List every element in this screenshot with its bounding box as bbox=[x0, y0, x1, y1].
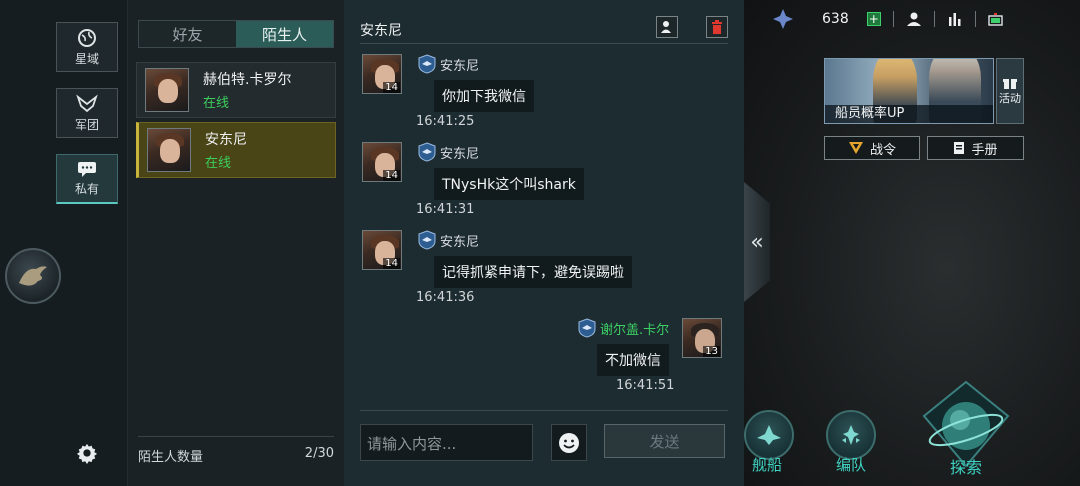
sender-avatar[interactable]: 14 bbox=[362, 54, 402, 94]
stranger-count-value: 2/30 bbox=[304, 446, 334, 461]
battle-pass-button[interactable]: 战令 bbox=[824, 136, 920, 160]
rank-shield-icon bbox=[418, 54, 436, 74]
avatar bbox=[147, 128, 191, 172]
rail-item-private[interactable]: 私有 bbox=[56, 154, 118, 204]
chat-panel: 安东尼 14 安东尼 你加下我微信 16:41:25 14 安东尼 TNysHk… bbox=[344, 0, 744, 486]
contact-name: 安东尼 bbox=[205, 132, 247, 148]
faction-emblem-button[interactable] bbox=[5, 248, 61, 304]
chat-message: 14 安东尼 TNysHk这个叫shark 16:41:31 bbox=[362, 142, 722, 222]
manual-button[interactable]: 手册 bbox=[927, 136, 1024, 160]
chat-title: 安东尼 bbox=[360, 23, 402, 39]
crew-rate-up-banner[interactable]: 船员概率UP bbox=[824, 58, 994, 124]
nav-fleet-button[interactable] bbox=[826, 410, 876, 460]
rail-item-label: 私有 bbox=[74, 182, 99, 196]
activity-label: 活动 bbox=[999, 92, 1021, 105]
contact-item[interactable]: 赫伯特.卡罗尔 在线 bbox=[136, 62, 336, 118]
sender-avatar[interactable]: 14 bbox=[362, 230, 402, 270]
double-chevron-left-icon: « bbox=[750, 229, 764, 255]
chat-bubble-icon bbox=[78, 162, 96, 177]
stats-chart-icon[interactable] bbox=[947, 11, 963, 27]
collapse-panel-button[interactable]: « bbox=[744, 182, 770, 302]
emoji-smiley-icon bbox=[559, 432, 579, 453]
delete-chat-button[interactable] bbox=[706, 16, 728, 38]
contact-status: 在线 bbox=[203, 96, 230, 111]
rank-shield-icon bbox=[418, 142, 436, 162]
tab-friends[interactable]: 好友 bbox=[139, 21, 236, 47]
bird-emblem-icon bbox=[19, 266, 47, 286]
divider bbox=[360, 410, 728, 411]
globe-icon bbox=[78, 28, 96, 47]
message-sender: 安东尼 bbox=[418, 230, 479, 250]
avatar bbox=[145, 68, 189, 112]
resource-count: 638 bbox=[822, 11, 849, 27]
contact-name: 赫伯特.卡罗尔 bbox=[203, 72, 292, 88]
message-sender: 安东尼 bbox=[418, 142, 479, 162]
level-badge: 14 bbox=[383, 82, 400, 93]
message-bubble: 记得抓紧申请下，避免误踢啦 bbox=[434, 256, 632, 288]
rail-item-legion[interactable]: 军团 bbox=[56, 88, 118, 138]
contact-status: 在线 bbox=[205, 156, 232, 171]
chat-message-own: 13 谢尔盖.卡尔 不加微信 16:41:51 bbox=[534, 318, 726, 398]
ship-icon bbox=[757, 425, 781, 445]
game-hud: « 638 + 船员概率UP 活动 战令 手册 舰船 编队 探索 bbox=[744, 0, 1080, 486]
rail-item-starfield[interactable]: 星域 bbox=[56, 22, 118, 72]
chat-message: 14 安东尼 你加下我微信 16:41:25 bbox=[362, 54, 722, 134]
send-button[interactable]: 发送 bbox=[604, 424, 725, 458]
crystal-resource-icon bbox=[773, 9, 793, 29]
rail-item-label: 星域 bbox=[74, 51, 99, 66]
level-badge: 13 bbox=[703, 346, 720, 357]
trash-icon bbox=[712, 20, 722, 34]
gift-icon bbox=[1003, 79, 1017, 89]
nav-ships-label: 舰船 bbox=[752, 456, 783, 474]
fleet-icon bbox=[842, 425, 860, 445]
profile-icon[interactable] bbox=[906, 11, 922, 27]
resource-bar: 638 + bbox=[754, 0, 1080, 38]
message-time: 16:41:36 bbox=[416, 290, 475, 305]
rank-shield-icon bbox=[418, 230, 436, 250]
level-badge: 14 bbox=[383, 170, 400, 181]
stranger-count-row: 陌生人数量 2/30 bbox=[138, 436, 334, 465]
message-bubble: 你加下我微信 bbox=[434, 80, 534, 112]
message-time: 16:41:25 bbox=[416, 114, 475, 129]
chat-message: 14 安东尼 记得抓紧申请下，避免误踢啦 16:41:36 bbox=[362, 230, 722, 310]
level-badge: 14 bbox=[383, 258, 400, 269]
app-root: 星域 军团 私有 好友 陌生人 赫伯特.卡罗尔 在线 安东尼 在线 陌生人数量 … bbox=[0, 0, 1080, 486]
message-time: 16:41:31 bbox=[416, 202, 475, 217]
message-sender: 谢尔盖.卡尔 bbox=[578, 318, 669, 338]
rail-item-label: 军团 bbox=[74, 117, 99, 132]
nav-fleet-label: 编队 bbox=[836, 456, 867, 474]
message-bubble: TNysHk这个叫shark bbox=[434, 168, 584, 200]
activity-button[interactable]: 活动 bbox=[996, 58, 1024, 124]
nav-explore-label: 探索 bbox=[950, 458, 983, 477]
message-bubble: 不加微信 bbox=[597, 344, 669, 376]
manual-book-icon bbox=[954, 142, 965, 154]
banner-label: 船员概率UP bbox=[825, 105, 993, 123]
contact-list-panel: 好友 陌生人 赫伯特.卡罗尔 在线 安东尼 在线 陌生人数量 2/30 bbox=[128, 0, 344, 486]
contact-tabs: 好友 陌生人 bbox=[138, 20, 334, 48]
add-resource-button[interactable]: + bbox=[866, 12, 881, 26]
message-input[interactable]: 请输入内容... bbox=[360, 424, 533, 461]
bottom-nav: 舰船 编队 探索 bbox=[744, 380, 1080, 486]
divider bbox=[360, 43, 728, 44]
own-avatar[interactable]: 13 bbox=[682, 318, 722, 358]
sender-avatar[interactable]: 14 bbox=[362, 142, 402, 182]
left-rail: 星域 军团 私有 bbox=[0, 0, 128, 486]
view-profile-button[interactable] bbox=[656, 16, 678, 38]
tab-strangers[interactable]: 陌生人 bbox=[236, 21, 333, 47]
message-time: 16:41:51 bbox=[616, 378, 675, 393]
legion-emblem-icon bbox=[76, 93, 98, 112]
emoji-button[interactable] bbox=[551, 424, 587, 461]
battery-icon bbox=[988, 13, 1003, 26]
battle-pass-chevron-icon bbox=[848, 142, 863, 154]
rank-shield-icon bbox=[578, 318, 596, 338]
stranger-count-label: 陌生人数量 bbox=[138, 450, 204, 465]
user-profile-icon bbox=[661, 21, 671, 33]
settings-gear-icon[interactable] bbox=[76, 442, 98, 464]
contact-item-selected[interactable]: 安东尼 在线 bbox=[136, 122, 336, 178]
message-sender: 安东尼 bbox=[418, 54, 479, 74]
nav-ships-button[interactable] bbox=[744, 410, 794, 460]
